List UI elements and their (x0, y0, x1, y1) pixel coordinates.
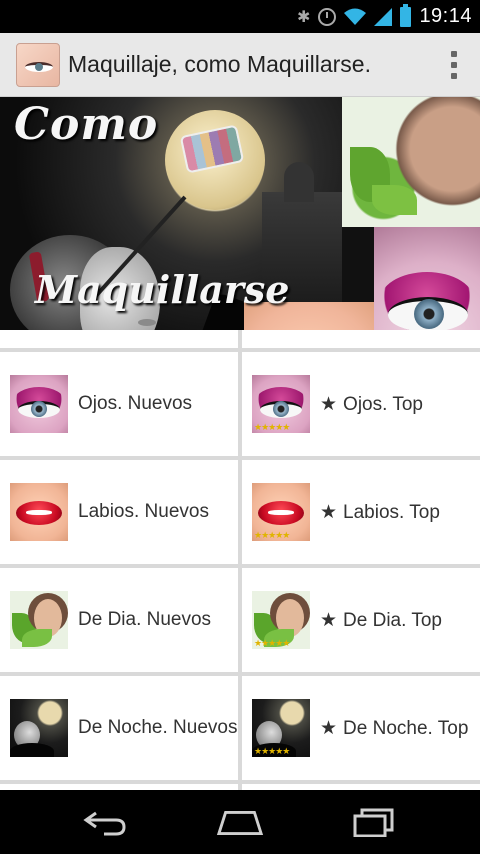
menu-item-label: Labios. Nuevos (78, 501, 209, 523)
app-icon-pupil (35, 62, 43, 71)
menu-item-label: Ojos. Nuevos (78, 393, 192, 415)
menu-item-text: Labios. Top (343, 501, 440, 523)
leaf (372, 185, 417, 215)
signal-icon (374, 7, 393, 26)
woman-lips (138, 319, 156, 326)
bluetooth-icon: ✱ (297, 8, 311, 26)
menu-item-label: De Noche. Nuevos (78, 717, 237, 739)
menu-item-label: ★ De Dia. Top (320, 609, 442, 632)
eye-thumbnail (10, 375, 68, 433)
star-icon: ★ (320, 717, 338, 739)
leaf (22, 629, 52, 647)
lips-thumbnail: ★★★★★ (252, 483, 310, 541)
header-banner: Como Maquillarse (0, 97, 480, 330)
rating-stars-icon: ★★★★★ (254, 422, 290, 432)
night-makeup-thumbnail: ★★★★★ (252, 699, 310, 757)
iris-image (31, 401, 47, 417)
menu-item-text: De Dia. Top (343, 609, 442, 631)
overflow-dot (451, 73, 457, 79)
menu-item-ojos-top[interactable]: ★★★★★ ★ Ojos. Top (242, 352, 480, 456)
home-button[interactable] (216, 804, 264, 840)
overflow-dot (451, 62, 457, 68)
status-time: 19:14 (419, 5, 472, 27)
app-title: Maquillaje, como Maquillarse. (68, 51, 371, 77)
grid-cell-empty (0, 330, 238, 348)
battery-icon (400, 3, 412, 27)
status-bar: ✱ 19:14 (0, 0, 480, 33)
banner-green-makeup-photo (342, 97, 480, 227)
navigation-bar (0, 790, 480, 854)
menu-item-de-dia-nuevos[interactable]: De Dia. Nuevos (0, 568, 238, 672)
menu-item-text: Ojos. Nuevos (78, 393, 193, 414)
night-makeup-thumbnail (10, 699, 68, 757)
back-button[interactable] (82, 804, 130, 840)
action-bar: Maquillaje, como Maquillarse. (0, 33, 480, 97)
iris-image (414, 299, 444, 329)
menu-item-label: ★ Labios. Top (320, 501, 440, 524)
banner-title-bottom: Maquillarse (35, 267, 290, 312)
menu-grid: Ojos. Nuevos ★★★★★ ★ Ojos. Top Labios. Nu… (0, 330, 480, 790)
recent-apps-button[interactable] (350, 804, 398, 840)
menu-item-text: Labios. Nuevos (78, 501, 209, 522)
star-icon: ★ (320, 609, 338, 631)
menu-item-de-noche-top[interactable]: ★★★★★ ★ De Noche. Top (242, 676, 480, 780)
home-icon (216, 810, 264, 835)
rating-stars-icon: ★★★★★ (254, 746, 290, 756)
star-icon: ★ (320, 501, 338, 523)
star-icon: ★ (320, 393, 338, 415)
banner-eye-photo (374, 227, 480, 330)
menu-item-labios-nuevos[interactable]: Labios. Nuevos (0, 460, 238, 564)
alarm-icon (318, 7, 337, 26)
menu-item-text: De Dia. Nuevos (78, 609, 212, 630)
status-icons: ✱ 19:14 (297, 0, 472, 33)
grid-cell-empty (242, 330, 480, 348)
app-icon[interactable] (16, 42, 60, 87)
overflow-menu-icon[interactable] (450, 51, 458, 79)
day-makeup-thumbnail (10, 591, 68, 649)
back-icon (83, 811, 126, 836)
eye-thumbnail: ★★★★★ (252, 375, 310, 433)
menu-item-label: ★ De Noche. Top (320, 717, 468, 740)
menu-item-labios-top[interactable]: ★★★★★ ★ Labios. Top (242, 460, 480, 564)
teeth-image (268, 510, 294, 515)
iris-image (273, 401, 289, 417)
day-makeup-thumbnail: ★★★★★ (252, 591, 310, 649)
wifi-icon (344, 8, 367, 25)
menu-item-label: ★ Ojos. Top (320, 393, 423, 416)
overflow-dot (451, 51, 457, 57)
menu-item-ojos-nuevos[interactable]: Ojos. Nuevos (0, 352, 238, 456)
menu-item-text: De Noche. Top (343, 717, 469, 739)
rating-stars-icon: ★★★★★ (254, 530, 290, 540)
dress (10, 743, 54, 757)
menu-item-text: De Noche. Nuevos (78, 717, 238, 738)
banner-title-top: Como (14, 99, 159, 150)
menu-item-de-dia-top[interactable]: ★★★★★ ★ De Dia. Top (242, 568, 480, 672)
menu-item-de-noche-nuevos[interactable]: De Noche. Nuevos (0, 676, 238, 780)
recent-apps-icon (353, 808, 394, 837)
lips-thumbnail (10, 483, 68, 541)
teeth-image (26, 510, 52, 515)
menu-item-text: Ojos. Top (343, 393, 423, 415)
menu-item-label: De Dia. Nuevos (78, 609, 211, 631)
rating-stars-icon: ★★★★★ (254, 638, 290, 648)
